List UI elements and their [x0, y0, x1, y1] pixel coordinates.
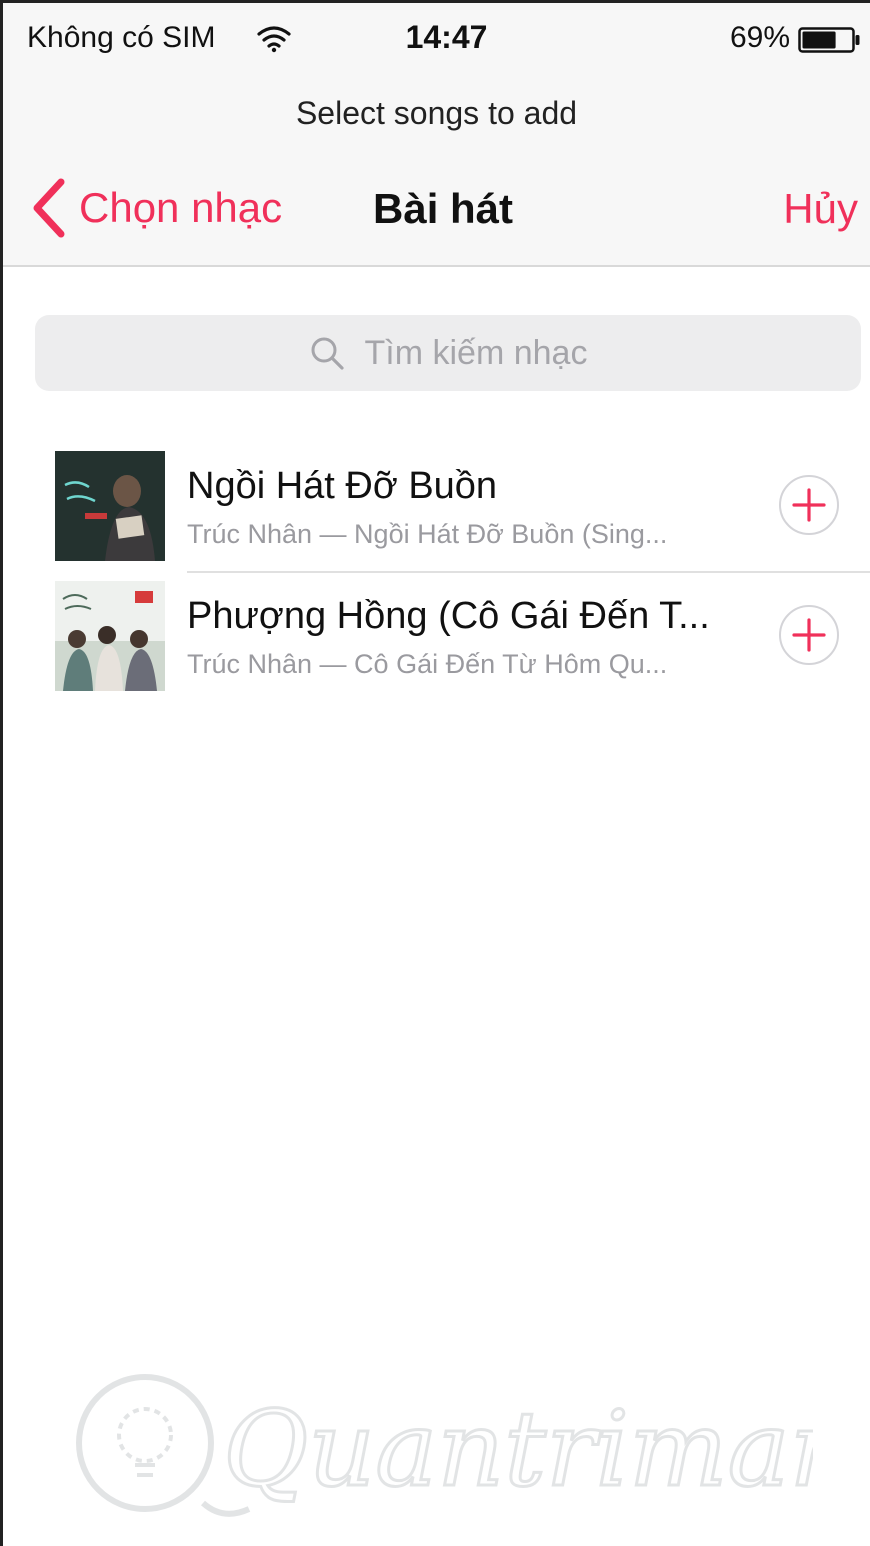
plus-icon: [792, 618, 826, 652]
add-song-button[interactable]: [779, 605, 839, 665]
add-songs-prompt: Select songs to add: [295, 95, 578, 131]
album-artwork: [55, 451, 165, 561]
page-title: Bài hát: [373, 185, 514, 232]
cancel-button[interactable]: Hủy: [783, 185, 858, 233]
back-button[interactable]: Chọn nhạc: [31, 173, 282, 243]
chevron-left-icon: [33, 178, 65, 238]
song-subtitle: Trúc Nhân — Cô Gái Đến Từ Hôm Qu...: [187, 649, 668, 679]
album-artwork: [55, 581, 165, 691]
song-subtitle: Trúc Nhân — Ngồi Hát Đỡ Buồn (Sing...: [187, 519, 668, 549]
battery-icon: [798, 27, 860, 53]
add-song-button[interactable]: [779, 475, 839, 535]
battery-percentage: 69%: [729, 21, 790, 54]
header: Không có SIM 14:47 69% Select songs to a…: [3, 3, 870, 267]
list-item[interactable]: Ngồi Hát Đỡ Buồn Trúc Nhân — Ngồi Hát Đỡ…: [3, 443, 870, 573]
back-button-label: Chọn nhạc: [79, 184, 283, 231]
search-placeholder: Tìm kiếm nhạc: [364, 333, 588, 372]
screen: Không có SIM 14:47 69% Select songs to a…: [0, 0, 870, 1546]
watermark-logo: Quantrimang: [76, 1374, 813, 1517]
song-list: Ngồi Hát Đỡ Buồn Trúc Nhân — Ngồi Hát Đỡ…: [3, 443, 870, 703]
svg-text:Quantrimang: Quantrimang: [223, 1388, 813, 1510]
song-title: Phượng Hồng (Cô Gái Đến T...: [187, 595, 710, 637]
song-title: Ngồi Hát Đỡ Buồn: [187, 465, 498, 507]
list-item[interactable]: Phượng Hồng (Cô Gái Đến T... Trúc Nhân —…: [3, 573, 870, 703]
search-input[interactable]: Tìm kiếm nhạc: [35, 315, 861, 391]
search-icon: [311, 337, 344, 370]
status-bar: Không có SIM 14:47 69%: [3, 3, 870, 75]
plus-icon: [792, 488, 826, 522]
navigation-bar: Chọn nhạc Bài hát Hủy: [3, 163, 870, 253]
